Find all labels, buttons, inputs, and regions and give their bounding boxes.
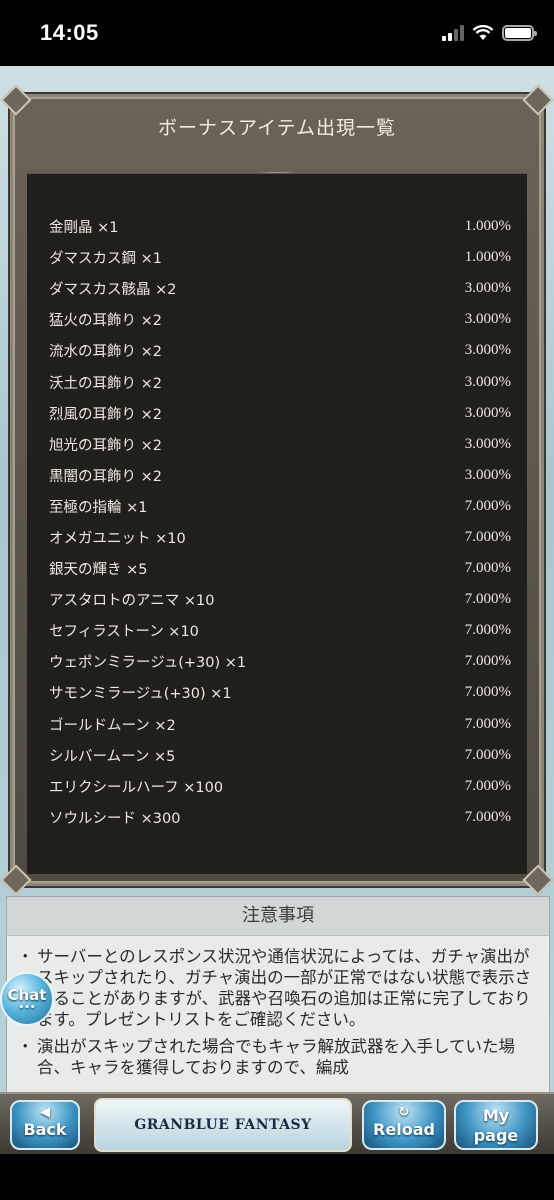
item-rate: 3.000% — [464, 311, 511, 328]
frame-ornament-icon — [522, 864, 554, 896]
back-label: Back — [23, 1120, 67, 1139]
game-area: ボーナスアイテム出現一覧 金剛晶 ×1 1.000% ダマスカス鋼 ×1 1.000… — [0, 66, 554, 1092]
list-item: 猛火の耳飾り ×2 3.000% — [49, 304, 511, 335]
note-text: サーバーとのレスポンス状況や通信状況によっては、ガチャ演出がスキップされたり、ガ… — [37, 947, 532, 1029]
item-name: 烈風の耳飾り ×2 — [49, 406, 162, 423]
cellular-signal-icon — [442, 25, 464, 41]
list-item: ソウルシード ×300 7.000% — [49, 802, 511, 833]
item-name: 流水の耳飾り ×2 — [49, 344, 162, 361]
item-rate: 7.000% — [464, 653, 511, 670]
list-item: オメガユニット ×10 7.000% — [49, 522, 511, 553]
item-name: ダマスカス骸晶 ×2 — [49, 282, 177, 299]
bonus-item-list: 金剛晶 ×1 1.000% ダマスカス鋼 ×1 1.000% ダマスカス骸晶 ×2 3… — [49, 211, 511, 833]
item-name: 沃土の耳飾り ×2 — [49, 375, 162, 392]
mypage-button[interactable]: My page — [454, 1100, 538, 1150]
list-item: シルバームーン ×5 7.000% — [49, 740, 511, 771]
list-item: 旭光の耳飾り ×2 3.000% — [49, 429, 511, 460]
item-rate: 1.000% — [464, 249, 511, 266]
list-item: 流水の耳飾り ×2 3.000% — [49, 335, 511, 366]
item-name: 旭光の耳飾り ×2 — [49, 437, 162, 454]
list-item: ダマスカス骸晶 ×2 3.000% — [49, 273, 511, 304]
item-rate: 7.000% — [464, 560, 511, 577]
item-rate: 3.000% — [464, 466, 511, 483]
item-rate: 3.000% — [464, 435, 511, 452]
notes-body[interactable]: ・サーバーとのレスポンス状況や通信状況によっては、ガチャ演出がスキップされたり、… — [7, 936, 549, 1078]
item-rate: 7.000% — [464, 497, 511, 514]
notes-section: 注意事項 ・サーバーとのレスポンス状況や通信状況によっては、ガチャ演出がスキップ… — [6, 896, 550, 1092]
item-name: エリクシールハーフ ×100 — [49, 779, 224, 796]
list-item: ダマスカス鋼 ×1 1.000% — [49, 242, 511, 273]
notes-title: 注意事項 — [7, 897, 549, 936]
bullet-icon: ・ — [17, 1037, 34, 1056]
list-item: ゴールドムーン ×2 7.000% — [49, 709, 511, 740]
list-item: 至極の指輪 ×1 7.000% — [49, 491, 511, 522]
back-arrow-icon: ◀ — [40, 1105, 50, 1120]
home-indicator-area — [0, 1154, 554, 1200]
item-name: セフィラストーン ×10 — [49, 624, 199, 641]
list-item: ウェポンミラージュ(+30) ×1 7.000% — [49, 646, 511, 677]
status-time: 14:05 — [40, 20, 99, 45]
item-name: ゴールドムーン ×2 — [49, 717, 176, 734]
battery-icon — [502, 25, 537, 41]
reload-icon: ↻ — [398, 1105, 410, 1120]
item-rate: 7.000% — [464, 808, 511, 825]
list-item: 黒闇の耳飾り ×2 3.000% — [49, 460, 511, 491]
reload-label: Reload — [373, 1120, 435, 1139]
item-name: ウェポンミラージュ(+30) ×1 — [49, 655, 247, 672]
back-button[interactable]: ◀ Back — [10, 1100, 80, 1150]
item-rate: 1.000% — [464, 218, 511, 235]
item-name: サモンミラージュ(+30) ×1 — [49, 686, 232, 703]
note-text: 演出がスキップされた場合でもキャラ解放武器を入手していた場合、キャラを獲得してお… — [37, 1037, 516, 1077]
item-name: 黒闇の耳飾り ×2 — [49, 468, 162, 485]
list-item: エリクシールハーフ ×100 7.000% — [49, 771, 511, 802]
list-item: 沃土の耳飾り ×2 3.000% — [49, 366, 511, 397]
item-rate: 7.000% — [464, 777, 511, 794]
item-rate: 7.000% — [464, 684, 511, 701]
item-rate: 7.000% — [464, 715, 511, 732]
mypage-label-line2: page — [473, 1126, 519, 1145]
chat-dots-icon: ••• — [18, 1002, 36, 1013]
item-rate: 3.000% — [464, 342, 511, 359]
item-rate: 7.000% — [464, 591, 511, 608]
item-name: 至極の指輪 ×1 — [49, 499, 148, 516]
item-rate: 3.000% — [464, 280, 511, 297]
list-item: 金剛晶 ×1 1.000% — [49, 211, 511, 242]
status-bar: 14:05 — [0, 0, 554, 66]
bottom-nav: ◀ Back GRANBLUE FANTASY ↻ Reload My page — [0, 1092, 554, 1156]
note-item: ・サーバーとのレスポンス状況や通信状況によっては、ガチャ演出がスキップされたり、… — [17, 946, 539, 1030]
panel-title: ボーナスアイテム出現一覧 — [157, 117, 397, 139]
mypage-label-line1: My — [482, 1106, 510, 1125]
wifi-icon — [472, 25, 494, 40]
item-name: ダマスカス鋼 ×1 — [49, 251, 162, 268]
item-rate: 7.000% — [464, 746, 511, 763]
item-rate: 3.000% — [464, 404, 511, 421]
item-name: 金剛晶 ×1 — [49, 220, 119, 237]
game-logo[interactable]: GRANBLUE FANTASY — [94, 1098, 352, 1152]
status-icons — [442, 22, 537, 44]
item-name: 猛火の耳飾り ×2 — [49, 313, 162, 330]
item-name: オメガユニット ×10 — [49, 530, 186, 547]
item-name: シルバームーン ×5 — [49, 748, 176, 765]
list-item: セフィラストーン ×10 7.000% — [49, 615, 511, 646]
reload-button[interactable]: ↻ Reload — [362, 1100, 446, 1150]
item-name: ソウルシード ×300 — [49, 810, 181, 827]
item-rate: 3.000% — [464, 373, 511, 390]
chat-button[interactable]: Chat ••• — [0, 972, 54, 1026]
item-name: アスタロトのアニマ ×10 — [49, 593, 215, 610]
list-item: 銀天の輝き ×5 7.000% — [49, 553, 511, 584]
bonus-panel-frame: ボーナスアイテム出現一覧 金剛晶 ×1 1.000% ダマスカス鋼 ×1 1.000… — [0, 84, 554, 896]
item-name: 銀天の輝き ×5 — [49, 562, 148, 579]
list-item: 烈風の耳飾り ×2 3.000% — [49, 398, 511, 429]
list-item: サモンミラージュ(+30) ×1 7.000% — [49, 677, 511, 708]
item-rate: 7.000% — [464, 528, 511, 545]
logo-text: GRANBLUE FANTASY — [134, 1117, 312, 1133]
item-rate: 7.000% — [464, 622, 511, 639]
list-item: アスタロトのアニマ ×10 7.000% — [49, 584, 511, 615]
note-item: ・演出がスキップされた場合でもキャラ解放武器を入手していた場合、キャラを獲得して… — [17, 1036, 539, 1078]
chat-label: Chat — [7, 985, 47, 1004]
